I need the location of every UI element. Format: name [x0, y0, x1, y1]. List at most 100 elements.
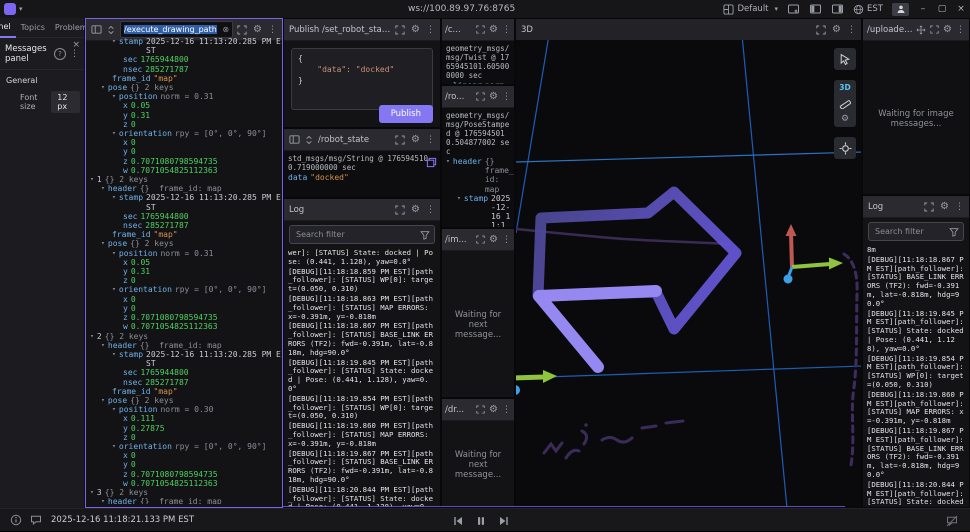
fullscreen-icon[interactable] — [395, 135, 405, 145]
gear-icon[interactable]: ⚙ — [253, 24, 262, 35]
expand-arrow-icon[interactable]: ▾ — [446, 157, 450, 194]
clear-topic-icon[interactable]: ⊗ — [222, 25, 229, 34]
sidebar-tab[interactable]: Topics — [16, 18, 50, 37]
kebab-menu-icon[interactable]: ⋮ — [502, 405, 511, 415]
kebab-menu-icon[interactable]: ⋮ — [426, 205, 435, 215]
pan-icon[interactable] — [916, 25, 926, 35]
layout-selector[interactable]: Default ▾ — [723, 4, 778, 15]
panel-type-icon[interactable] — [289, 134, 300, 145]
seek-backward-icon[interactable] — [452, 515, 464, 527]
copy-icon[interactable] — [426, 157, 437, 168]
fullscreen-icon[interactable] — [476, 92, 485, 101]
log-search-input[interactable] — [873, 226, 949, 237]
seek-forward-icon[interactable] — [498, 515, 510, 527]
gear-icon[interactable]: ⚙ — [940, 201, 949, 212]
gear-icon[interactable]: ⚙ — [489, 404, 498, 415]
expand-arrow-icon[interactable]: ▾ — [112, 193, 116, 211]
hide-events-icon[interactable] — [946, 515, 958, 527]
kebab-menu-icon[interactable]: ⋮ — [426, 25, 435, 35]
expand-arrow-icon[interactable]: ▾ — [112, 37, 116, 55]
publish-button[interactable]: Publish — [378, 105, 433, 123]
gear-icon[interactable]: ⚙ — [411, 24, 420, 35]
select-tool-button[interactable] — [834, 48, 856, 70]
sort-order-icon[interactable] — [106, 25, 116, 35]
fullscreen-icon[interactable] — [924, 202, 934, 212]
data-source-info-icon[interactable] — [10, 514, 22, 526]
expand-arrow-icon[interactable]: ▾ — [112, 249, 116, 258]
recenter-button[interactable] — [834, 137, 856, 159]
close-button[interactable]: × — [956, 4, 966, 14]
filter-icon[interactable] — [420, 230, 430, 240]
expand-arrow-icon[interactable]: ▾ — [101, 396, 105, 405]
expand-arrow-icon[interactable]: ▾ — [112, 350, 116, 368]
right-sidebar-toggle-icon[interactable] — [831, 3, 844, 15]
left-sidebar-toggle-icon[interactable] — [809, 3, 822, 15]
expand-arrow-icon[interactable]: ▾ — [112, 285, 116, 294]
log-lines[interactable]: 8m [DEBUG][11:18:18.867 PM EST][path_foll… — [863, 245, 969, 507]
expand-arrow-icon[interactable]: ▾ — [101, 239, 105, 248]
sidebar-tab[interactable]: Panel — [0, 17, 16, 38]
pause-icon[interactable] — [475, 515, 487, 527]
kebab-menu-icon[interactable]: ⋮ — [268, 25, 277, 35]
fullscreen-icon[interactable] — [476, 405, 485, 414]
font-size-input[interactable]: 12 px — [51, 91, 80, 113]
fullscreen-icon[interactable] — [395, 205, 405, 215]
expand-arrow-icon[interactable]: ▾ — [90, 488, 94, 497]
user-account-button[interactable] — [892, 2, 909, 16]
fullscreen-icon[interactable] — [930, 25, 939, 34]
kebab-menu-icon[interactable]: ⋮ — [426, 135, 435, 145]
fullscreen-icon[interactable] — [237, 25, 247, 35]
kebab-menu-icon[interactable]: ⋮ — [955, 202, 964, 212]
gear-icon[interactable]: ⚙ — [489, 24, 498, 35]
fullscreen-icon[interactable] — [816, 25, 826, 35]
panel-type-icon[interactable] — [91, 24, 102, 35]
sidebar-close-icon[interactable]: × — [72, 40, 80, 50]
expand-arrow-icon[interactable]: ▾ — [112, 405, 116, 414]
publish-panel: Publish /set_robot_state_topic ⚙ ⋮ { "da… — [283, 18, 441, 128]
gear-icon[interactable]: ⚙ — [411, 134, 420, 145]
app-logo-icon[interactable] — [4, 3, 16, 15]
toggle-3d-button[interactable]: 3D — [839, 83, 850, 92]
kebab-menu-icon[interactable]: ⋮ — [502, 25, 511, 35]
expand-arrow-icon[interactable]: ▾ — [90, 332, 94, 341]
gear-icon[interactable]: ⚙ — [411, 204, 420, 215]
measure-tool-icon[interactable] — [839, 97, 851, 109]
scene-viewport[interactable]: 3D ⚙ — [516, 34, 861, 507]
expand-arrow-icon[interactable]: ▾ — [101, 83, 105, 92]
scene-settings-icon[interactable]: ⚙ — [841, 114, 849, 124]
filter-icon[interactable] — [949, 227, 959, 237]
maximize-button[interactable]: ▢ — [937, 4, 947, 14]
kebab-menu-icon[interactable]: ⋮ — [502, 92, 511, 102]
app-menu-chevron-icon[interactable]: ▾ — [19, 5, 23, 13]
fullscreen-icon[interactable] — [476, 235, 485, 244]
gear-icon[interactable]: ⚙ — [489, 91, 498, 102]
fullscreen-icon[interactable] — [476, 25, 485, 34]
log-search-input[interactable] — [294, 229, 420, 240]
fullscreen-icon[interactable] — [395, 25, 405, 35]
kebab-menu-icon[interactable]: ⋮ — [502, 235, 511, 245]
log-lines[interactable]: wer]: [STATUS] State: docked | Pose: (0.… — [284, 248, 440, 507]
expand-arrow-icon[interactable]: ▾ — [112, 442, 116, 451]
gear-icon[interactable]: ⚙ — [489, 234, 498, 245]
expand-arrow-icon[interactable]: ▾ — [101, 184, 105, 193]
expand-arrow-icon[interactable]: ▾ — [457, 194, 461, 227]
expand-arrow-icon[interactable]: ▾ — [90, 175, 94, 184]
gear-icon[interactable]: ⚙ — [943, 24, 952, 35]
expand-arrow-icon[interactable]: ▾ — [101, 497, 105, 504]
sort-order-icon[interactable] — [304, 135, 314, 145]
publish-message-editor[interactable]: { "data": "docked"} — [291, 48, 433, 110]
gear-icon[interactable]: ⚙ — [832, 24, 841, 35]
expand-arrow-icon[interactable]: ▾ — [101, 341, 105, 350]
settings-menu-icon[interactable]: ⋮ — [70, 49, 79, 59]
kebab-menu-icon[interactable]: ⋮ — [956, 25, 965, 35]
expand-arrow-icon[interactable]: ▾ — [112, 92, 116, 101]
kebab-menu-icon[interactable]: ⋮ — [847, 25, 856, 35]
add-panel-icon[interactable] — [787, 3, 800, 15]
topic-input[interactable]: /execute_drawing_path ⊗ — [120, 21, 234, 38]
minimize-button[interactable]: – — [918, 4, 928, 14]
help-icon[interactable]: ? — [54, 48, 66, 60]
expand-arrow-icon[interactable]: ▾ — [112, 129, 116, 138]
tree-value: 1765944800 — [140, 55, 189, 65]
events-icon[interactable] — [30, 514, 42, 526]
timezone-selector[interactable]: EST — [853, 4, 883, 15]
